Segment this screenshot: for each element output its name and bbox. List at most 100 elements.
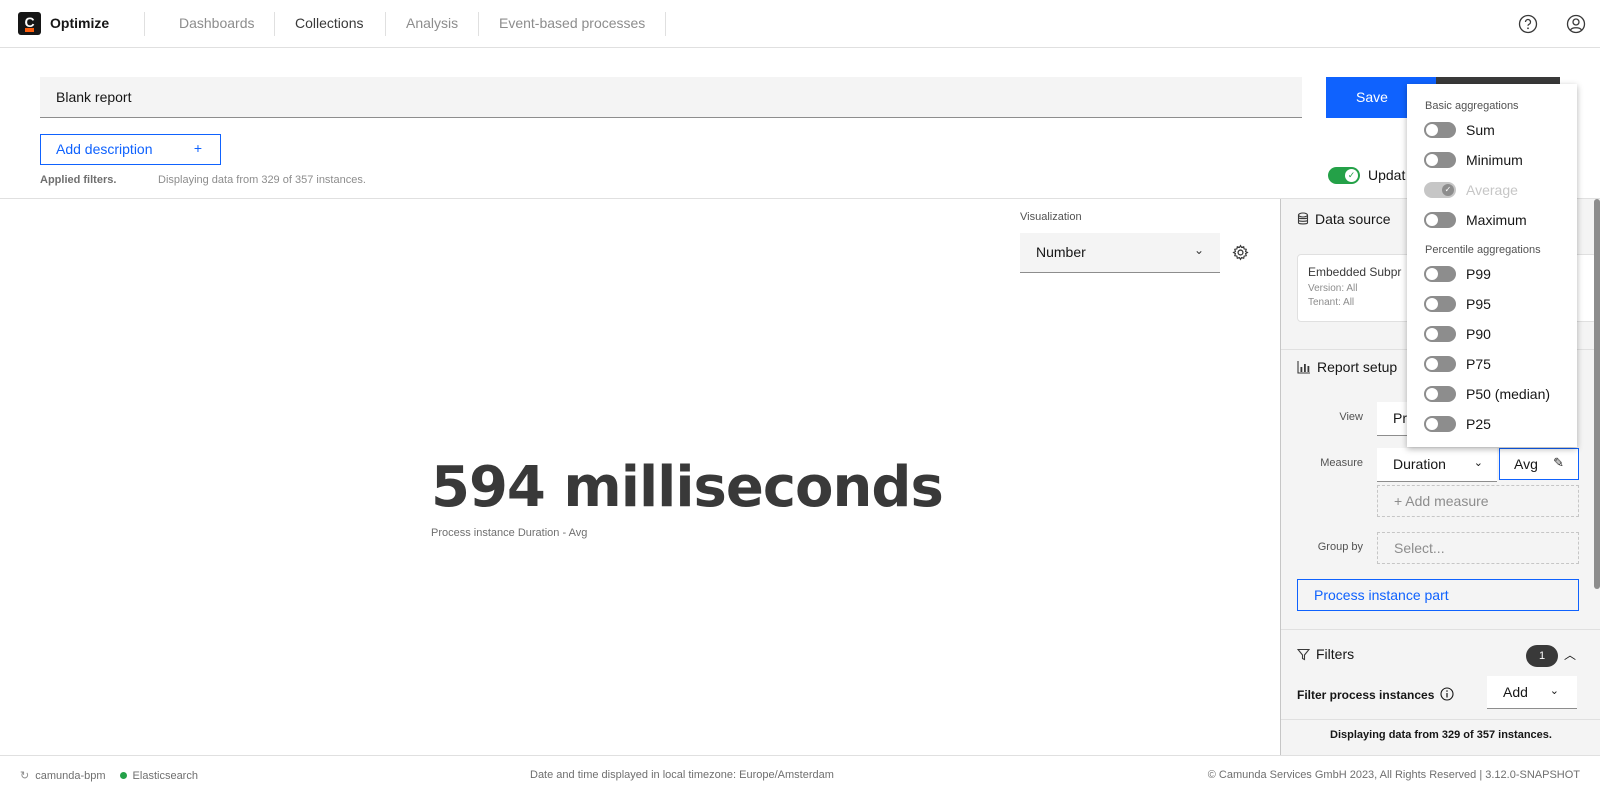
aggregation-option-p90[interactable]: P90 [1424, 326, 1491, 342]
toggle-switch[interactable] [1424, 416, 1456, 432]
report-setup-header[interactable]: Report setup [1297, 359, 1397, 375]
chart-icon [1297, 361, 1310, 374]
section-divider [1281, 629, 1600, 630]
filters-header[interactable]: Filters [1297, 646, 1354, 662]
toggle-switch[interactable] [1424, 356, 1456, 372]
measure-label: Measure [1320, 457, 1363, 469]
toggle-switch[interactable] [1424, 386, 1456, 402]
toggle-switch[interactable] [1424, 266, 1456, 282]
toggle-switch: ✓ [1424, 182, 1456, 198]
filter-count-badge: 1 [1526, 645, 1558, 667]
chevron-down-icon: ⌄ [1473, 457, 1483, 469]
toggle-switch[interactable] [1424, 326, 1456, 342]
option-label: Average [1466, 182, 1518, 198]
info-icon[interactable] [1439, 686, 1455, 702]
engine-name: camunda-bpm [35, 769, 106, 782]
add-description-label: Add description [56, 141, 153, 157]
option-label: P25 [1466, 416, 1491, 432]
visualization-select[interactable]: Number ⌄ [1020, 233, 1220, 273]
copyright: © Camunda Services GmbH 2023, All Rights… [1207, 769, 1580, 781]
option-label: P75 [1466, 356, 1491, 372]
process-instance-part-button[interactable]: Process instance part [1297, 579, 1579, 611]
toggle-switch[interactable] [1424, 212, 1456, 228]
applied-filters-label: Applied filters. [40, 174, 117, 186]
nav-collections[interactable]: Collections [295, 15, 363, 31]
applied-filters-info: Displaying data from 329 of 357 instance… [158, 174, 366, 186]
aggregation-option-sum[interactable]: Sum [1424, 122, 1495, 138]
group-by-label: Group by [1317, 541, 1363, 553]
aggregation-option-p95[interactable]: P95 [1424, 296, 1491, 312]
toggle-switch[interactable] [1424, 122, 1456, 138]
option-label: P99 [1466, 266, 1491, 282]
basic-aggregations-heading: Basic aggregations [1425, 100, 1519, 112]
aggregation-option-average: ✓ Average [1424, 182, 1518, 198]
option-label: P95 [1466, 296, 1491, 312]
view-label: View [1339, 411, 1363, 423]
percentile-aggregations-heading: Percentile aggregations [1425, 244, 1541, 256]
edit-icon: ✎ [1553, 455, 1564, 470]
checkmark-icon: ✓ [1345, 169, 1358, 182]
aggregation-dropdown: Basic aggregations Sum Minimum ✓ Average… [1407, 84, 1577, 447]
aggregation-button[interactable]: Avg ✎ [1499, 448, 1579, 480]
add-measure-button[interactable]: + Add measure [1377, 485, 1579, 517]
filter-icon [1297, 648, 1310, 660]
nav-dashboards[interactable]: Dashboards [179, 15, 255, 31]
add-description-button[interactable]: Add description + [40, 134, 221, 165]
chevron-down-icon: ⌄ [1549, 685, 1559, 697]
database-name: Elasticsearch [132, 769, 198, 782]
instance-count-info: Displaying data from 329 of 357 instance… [1330, 729, 1552, 741]
result-value: 594 milliseconds [431, 455, 944, 520]
page-footer: ↻ camunda-bpm Elasticsearch Date and tim… [0, 755, 1600, 793]
visualization-label: Visualization [1020, 211, 1082, 223]
aggregation-option-p99[interactable]: P99 [1424, 266, 1491, 282]
checkmark-icon: ✓ [1442, 184, 1454, 196]
gear-icon[interactable] [1232, 244, 1249, 261]
filters-title: Filters [1316, 646, 1355, 662]
visualization-value: Number [1036, 244, 1086, 260]
nav-event-based-processes[interactable]: Event-based processes [499, 15, 645, 31]
nav-divider [274, 12, 275, 36]
status-dot-icon [119, 772, 127, 779]
camunda-logo[interactable]: C [18, 12, 41, 35]
help-icon[interactable] [1517, 13, 1539, 35]
option-label: P90 [1466, 326, 1491, 342]
timezone-info: Date and time displayed in local timezon… [530, 769, 834, 781]
database-icon [1297, 212, 1309, 225]
nav-divider [385, 12, 386, 36]
aggregation-option-p50[interactable]: P50 (median) [1424, 386, 1550, 402]
nav-divider [144, 12, 145, 36]
aggregation-option-minimum[interactable]: Minimum [1424, 152, 1523, 168]
data-source-title: Data source [1315, 211, 1391, 227]
report-title-input[interactable]: Blank report [40, 77, 1302, 118]
group-by-select[interactable]: Select... [1377, 532, 1579, 564]
toggle-switch[interactable] [1424, 152, 1456, 168]
chevron-up-icon[interactable]: ︿ [1564, 646, 1576, 663]
aggregation-option-maximum[interactable]: Maximum [1424, 212, 1527, 228]
add-filter-label: Add [1503, 684, 1528, 700]
sidebar-scrollbar[interactable] [1594, 199, 1600, 589]
plus-icon: + [193, 140, 202, 156]
aggregation-option-p75[interactable]: P75 [1424, 356, 1491, 372]
aggregation-value: Avg [1514, 456, 1538, 472]
data-source-header[interactable]: Data source [1297, 211, 1390, 227]
aggregation-option-p25[interactable]: P25 [1424, 416, 1491, 432]
add-filter-dropdown[interactable]: Add ⌄ [1487, 676, 1577, 709]
result-caption: Process instance Duration - Avg [431, 527, 588, 539]
auto-update-toggle[interactable]: ✓ [1328, 167, 1360, 184]
option-label: Sum [1466, 122, 1495, 138]
toggle-switch[interactable] [1424, 296, 1456, 312]
auto-update-label: Updat [1368, 167, 1406, 183]
option-label: Minimum [1466, 152, 1523, 168]
option-label: P50 (median) [1466, 386, 1551, 402]
top-navigation-bar: C Optimize Dashboards Collections Analys… [0, 0, 1600, 48]
filter-process-instances-label: Filter process instances [1297, 688, 1435, 702]
nav-divider [665, 12, 666, 36]
chevron-down-icon: ⌄ [1193, 243, 1204, 257]
measure-select[interactable]: Duration ⌄ [1377, 448, 1497, 482]
measure-value: Duration [1393, 456, 1446, 472]
user-icon[interactable] [1565, 13, 1587, 35]
footer-status: ↻ camunda-bpm Elasticsearch [20, 769, 198, 783]
engine-icon: ↻ [20, 770, 30, 782]
nav-analysis[interactable]: Analysis [406, 15, 458, 31]
app-name[interactable]: Optimize [50, 15, 109, 31]
